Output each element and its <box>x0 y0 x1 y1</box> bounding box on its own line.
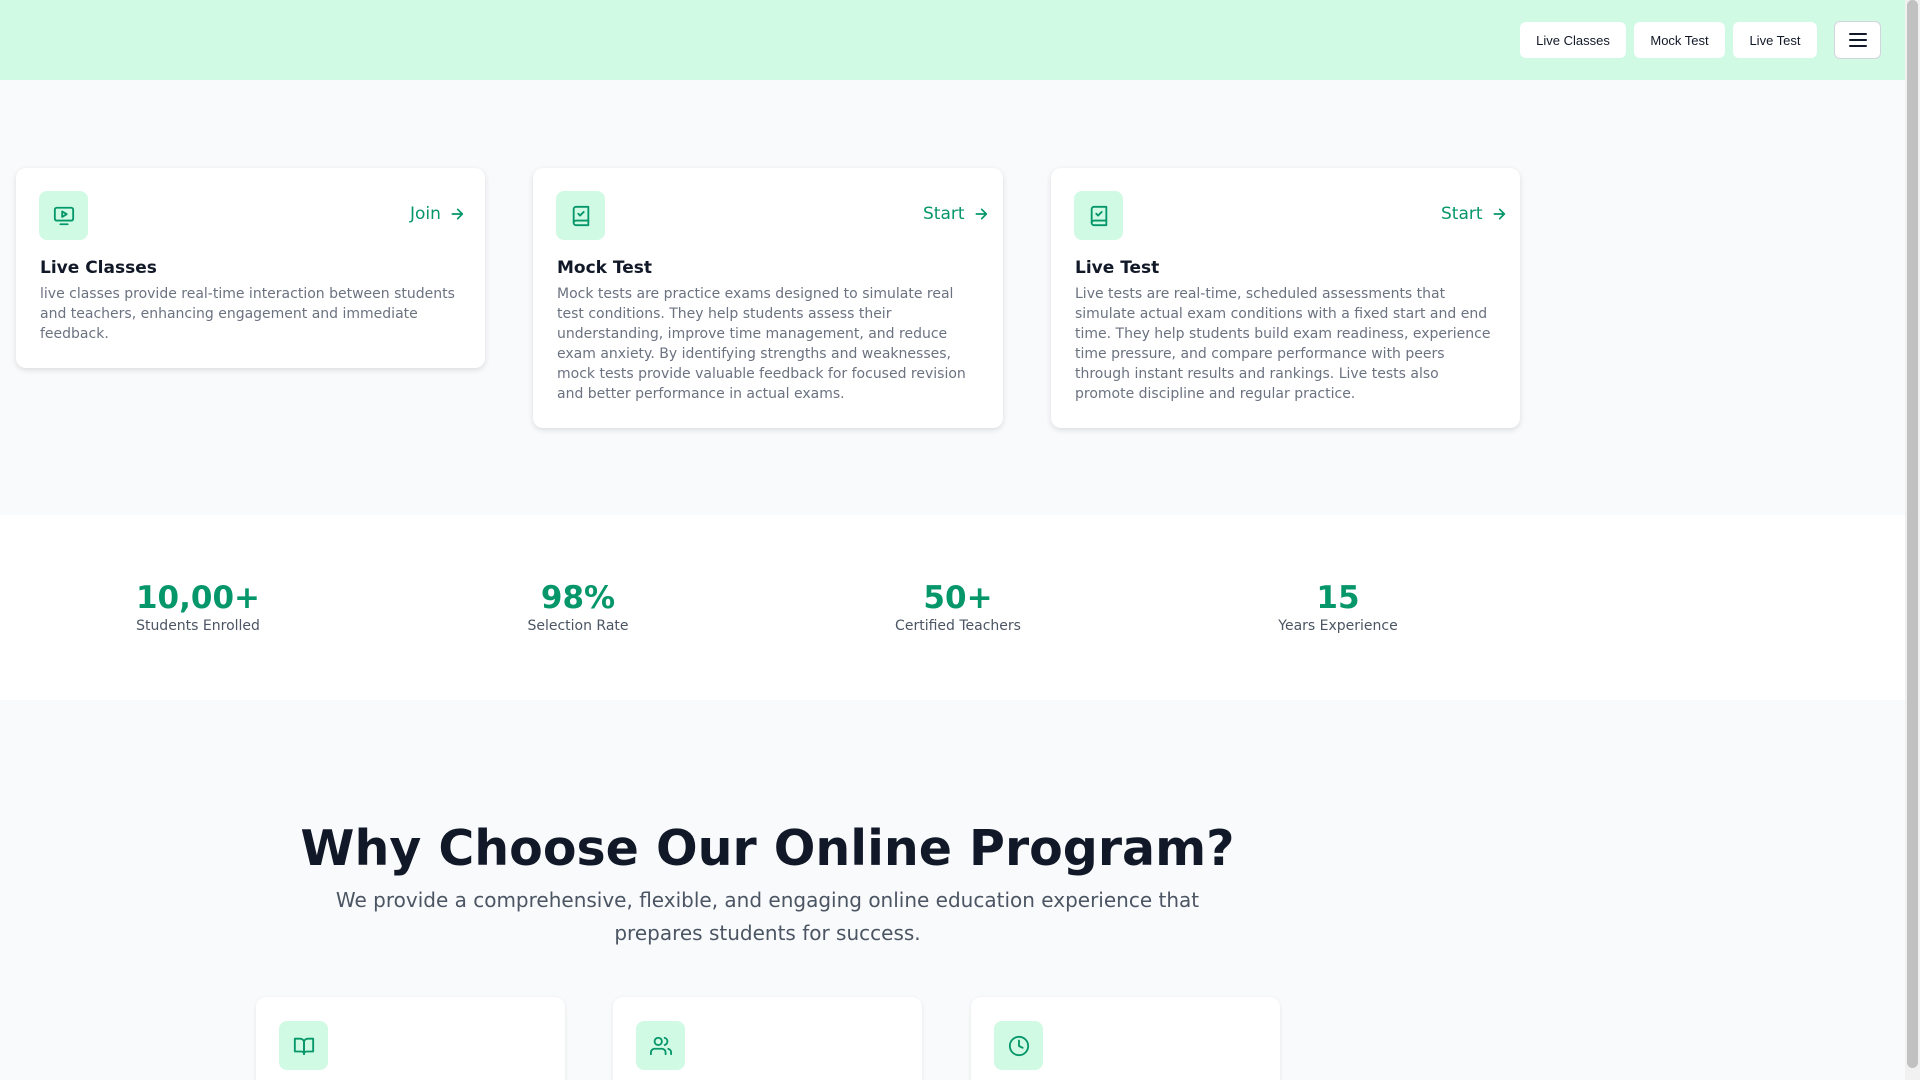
why-section-title: Why Choose Our Online Program? <box>300 820 1235 877</box>
hamburger-icon <box>1848 33 1867 47</box>
arrow-right-icon <box>451 208 464 220</box>
nav-mock-test-button[interactable]: Mock Test <box>1634 22 1725 58</box>
nav-live-classes-button[interactable]: Live Classes <box>1520 22 1626 58</box>
feature-icon-box <box>636 1021 685 1070</box>
arrow-right-icon <box>1493 208 1505 220</box>
card-title: Live Classes <box>40 258 157 278</box>
stats-section: 10,00+ Students Enrolled 98% Selection R… <box>0 515 1905 700</box>
feature-card <box>613 997 922 1080</box>
service-card-live-test: Start Live Test Live tests are real-time… <box>1051 168 1520 428</box>
join-link[interactable]: Join <box>410 204 465 224</box>
card-icon-box <box>1074 191 1123 240</box>
service-card-live-classes: Join Live Classes live classes provide r… <box>16 168 485 368</box>
book-check-icon <box>1090 205 1107 226</box>
service-card-mock-test: Start Mock Test Mock tests are practice … <box>533 168 1003 428</box>
card-description: Mock tests are practice exams designed t… <box>557 286 966 402</box>
arrow-right-icon <box>975 208 987 220</box>
stat-label: Selection Rate <box>527 618 629 634</box>
card-description: Live tests are real-time, scheduled asse… <box>1075 286 1491 402</box>
start-link[interactable]: Start <box>923 204 989 224</box>
stat-years-experience: 15 Years Experience <box>1278 580 1397 634</box>
menu-button[interactable] <box>1834 21 1881 59</box>
video-play-icon <box>53 206 74 225</box>
why-section-subtitle: We provide a comprehensive, flexible, an… <box>335 888 1200 945</box>
stat-value: 50+ <box>923 580 993 616</box>
page-scrollbar[interactable] <box>1905 0 1920 1080</box>
feature-icon-box <box>279 1021 328 1070</box>
stat-label: Certified Teachers <box>895 618 1021 634</box>
stat-value: 98% <box>540 580 616 616</box>
users-icon <box>649 1036 672 1055</box>
stat-value: 15 <box>1316 580 1360 616</box>
feature-card <box>971 997 1280 1080</box>
feature-card <box>256 997 565 1080</box>
clock-icon <box>1008 1035 1029 1056</box>
stat-selection-rate: 98% Selection Rate <box>527 580 628 634</box>
stat-value: 10,00+ <box>135 580 261 616</box>
start-link-label: Start <box>923 204 965 224</box>
card-icon-box <box>39 191 88 240</box>
start-link[interactable]: Start <box>1441 204 1507 224</box>
open-book-icon <box>293 1037 314 1055</box>
stat-certified-teachers: 50+ Certified Teachers <box>895 580 1021 634</box>
join-link-label: Join <box>410 204 441 224</box>
scrollbar-thumb[interactable] <box>1907 0 1918 1068</box>
card-icon-box <box>556 191 605 240</box>
card-description: live classes provide real-time interacti… <box>40 286 455 342</box>
stat-students-enrolled: 10,00+ Students Enrolled <box>136 580 260 634</box>
card-title: Live Test <box>1075 258 1160 278</box>
start-link-label: Start <box>1441 204 1483 224</box>
stat-label: Years Experience <box>1278 618 1398 634</box>
book-check-icon <box>572 205 589 226</box>
top-header: Live Classes Mock Test Live Test <box>0 0 1905 80</box>
feature-icon-box <box>994 1021 1043 1070</box>
stat-label: Students Enrolled <box>136 618 260 634</box>
card-title: Mock Test <box>557 258 653 278</box>
nav-live-test-button[interactable]: Live Test <box>1733 22 1817 58</box>
